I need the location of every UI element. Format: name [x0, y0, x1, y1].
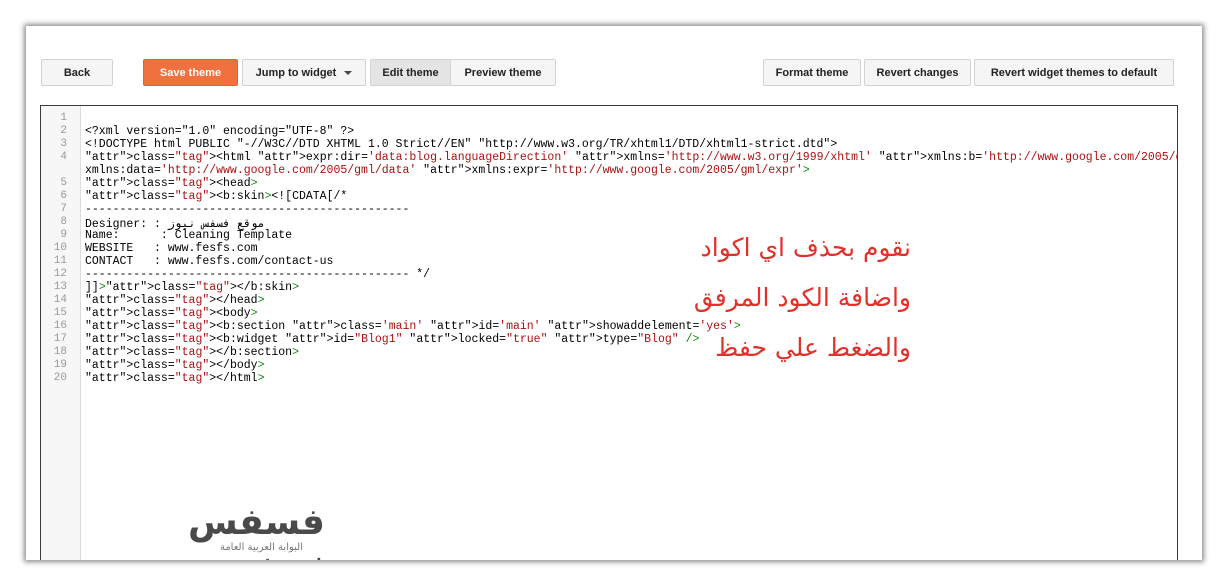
instruction-annotation: نقوم بحذف اي اكواد واضافة الكود المرفق و…	[601, 223, 911, 373]
line-number: 7	[60, 203, 67, 215]
code-line[interactable]: xmlns:data='http://www.google.com/2005/g…	[85, 164, 1167, 177]
revert-widget-themes-button[interactable]: Revert widget themes to default	[974, 59, 1174, 86]
line-number: 15	[53, 307, 67, 319]
annotation-line: واضافة الكود المرفق	[693, 283, 911, 312]
site-logo-watermark: فسفس نيوز البوابة العربية العامة	[125, 502, 326, 560]
annotation-line: نقوم بحذف اي اكواد	[700, 233, 911, 262]
line-number: 8	[60, 216, 67, 228]
line-number: 6	[60, 190, 67, 202]
format-theme-button[interactable]: Format theme	[763, 59, 861, 86]
logo-tagline: البوابة العربية العامة	[219, 542, 303, 553]
save-label: Save theme	[159, 66, 222, 79]
code-line[interactable]: "attr">class="tag"><html "attr">expr:dir…	[85, 151, 1177, 164]
code-line[interactable]: "attr">class="tag"><b:skin><![CDATA[/*	[85, 190, 1167, 203]
line-number: 4	[60, 151, 67, 163]
tab-edit-theme[interactable]: Edit theme	[370, 59, 451, 86]
line-number: 9	[60, 229, 67, 241]
theme-editor-window: Back Save theme Jump to widget Edit them…	[26, 26, 1202, 560]
code-line[interactable]: <?xml version="1.0" encoding="UTF-8" ?>	[85, 125, 1167, 138]
revert-changes-button[interactable]: Revert changes	[864, 59, 971, 86]
line-number: 17	[53, 333, 67, 345]
back-label: Back	[63, 66, 91, 79]
save-theme-button[interactable]: Save theme	[143, 59, 238, 86]
line-number: 14	[53, 294, 67, 306]
line-number: 2	[60, 125, 67, 137]
line-number: 12	[53, 268, 67, 280]
line-number: 20	[53, 372, 67, 384]
line-number: 5	[60, 177, 67, 189]
back-button[interactable]: Back	[41, 59, 113, 86]
line-number: 10	[53, 242, 67, 254]
format-label: Format theme	[775, 66, 849, 79]
code-line[interactable]	[85, 112, 1167, 125]
line-number: 19	[53, 359, 67, 371]
revert-widgets-label: Revert widget themes to default	[990, 66, 1158, 79]
line-number: 11	[53, 255, 67, 267]
code-line[interactable]: "attr">class="tag"></html>	[85, 372, 1167, 385]
preview-label: Preview theme	[464, 66, 542, 79]
edit-label: Edit theme	[382, 66, 439, 79]
line-number: 18	[53, 346, 67, 358]
line-number: 1	[60, 112, 67, 124]
jump-label: Jump to widget	[255, 66, 337, 79]
code-line[interactable]: "attr">class="tag"><head>	[85, 177, 1167, 190]
chevron-down-icon	[344, 70, 353, 75]
tab-preview-theme[interactable]: Preview theme	[450, 59, 556, 86]
line-number-gutter: 1 2 3 4 5 6 7 8 9 10 11 12 13 14 15 16 17 18 19 20	[41, 106, 81, 560]
code-line[interactable]: ----------------------------------------…	[85, 203, 1167, 216]
code-line[interactable]: <!DOCTYPE html PUBLIC "-//W3C//DTD XHTML…	[85, 138, 1167, 151]
revert-label: Revert changes	[876, 66, 959, 79]
line-number: 13	[53, 281, 67, 293]
line-number: 3	[60, 138, 67, 150]
line-number: 16	[53, 320, 67, 332]
code-editor[interactable]: 1 2 3 4 5 6 7 8 9 10 11 12 13 14 15 16 17 18 19 20 <?xml ve…	[40, 105, 1178, 560]
annotation-line: والضغط علي حفظ	[715, 333, 911, 362]
jump-to-widget-dropdown[interactable]: Jump to widget	[242, 59, 366, 86]
